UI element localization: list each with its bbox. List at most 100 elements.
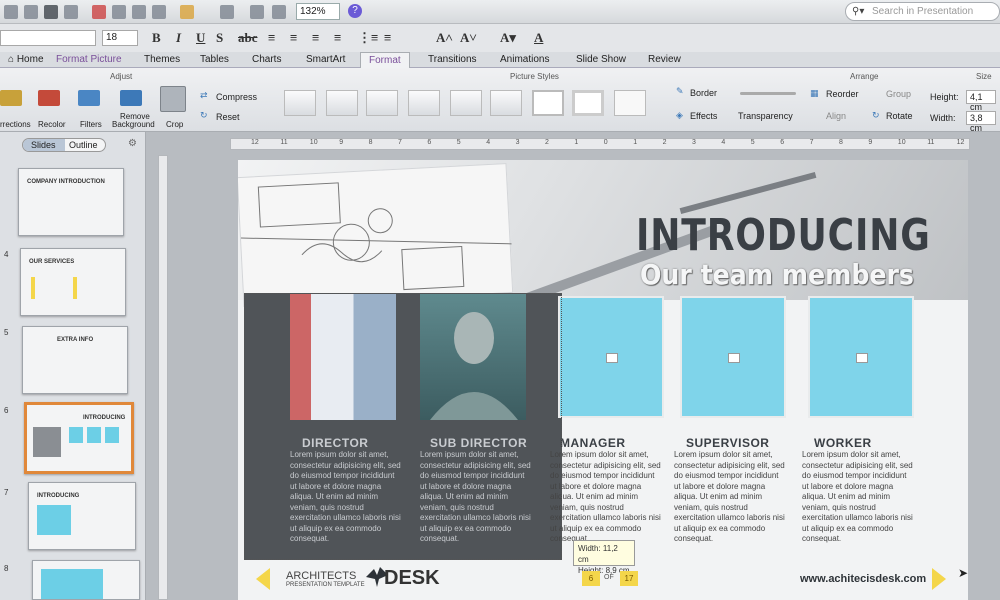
worker-photo-placeholder[interactable] [808,296,914,418]
copy-icon[interactable] [112,5,126,19]
align-button[interactable]: Align [826,111,846,121]
picture-style-3[interactable] [366,90,398,116]
slide-thumbnail-selected[interactable]: INTRODUCING [24,402,134,474]
picture-style-6[interactable] [490,90,522,116]
tab-home[interactable]: ⌂ Home [0,52,52,68]
transparency-slider[interactable] [740,92,796,95]
slide-thumbnail[interactable]: EXTRA INFO [22,326,128,394]
strikethrough-button[interactable]: abc [238,30,258,46]
supervisor-photo-placeholder[interactable] [680,296,786,418]
text-color-button[interactable]: A▾ [500,30,516,46]
picture-style-2[interactable] [326,90,358,116]
reorder-button[interactable]: Reorder [826,89,859,99]
align-right-button[interactable]: ≡ [312,30,319,46]
reorder-icon: ▦ [810,88,819,98]
tab-outline[interactable]: Outline [69,140,98,150]
undo-icon[interactable] [180,5,194,19]
picture-style-1[interactable] [284,90,316,116]
tab-themes[interactable]: Themes [136,52,188,68]
blueprint-sketch-image [238,163,514,307]
rotate-button[interactable]: Rotate [886,111,913,121]
view-segmented-control: Slides Outline [22,138,106,152]
slideshow-icon[interactable] [272,5,286,19]
corrections-label: rrections [0,120,31,129]
slide-thumbnail[interactable] [32,560,140,600]
ruler-tick-label: 9 [339,139,344,146]
picture-style-4[interactable] [408,90,440,116]
slide-thumbnail[interactable]: COMPANY INTRODUCTION [18,168,124,236]
help-icon[interactable]: ? [348,4,362,18]
italic-button[interactable]: I [176,30,181,46]
tab-charts[interactable]: Charts [244,52,289,68]
slide[interactable]: INTRODUCING Our team members DIRECTOR Lo… [238,160,968,600]
new-icon[interactable] [4,5,18,19]
ruler-tick-label: 3 [515,139,520,146]
font-family-select[interactable] [0,30,96,46]
slide-thumbnail[interactable]: OUR SERVICES [20,248,126,316]
ruler-tick-label: 0 [603,139,608,146]
zoom-select[interactable]: 132% [296,3,340,20]
picture-style-8[interactable] [572,90,604,116]
remove-background-icon[interactable] [120,90,142,106]
reset-button[interactable]: Reset [216,112,240,122]
tab-slides[interactable]: Slides [23,139,65,151]
tab-format[interactable]: Format [360,52,410,68]
align-center-button[interactable]: ≡ [290,30,297,46]
tab-smartart[interactable]: SmartArt [298,52,353,68]
picture-style-5[interactable] [450,90,482,116]
slide-thumbnail[interactable]: INTRODUCING [28,482,136,550]
search-input[interactable]: ⚲▾ Search in Presentation [845,2,1000,21]
underline-button[interactable]: U [196,30,205,46]
font-size-select[interactable]: 18 [102,30,138,46]
format-painter-icon[interactable] [152,5,166,19]
recolor-icon[interactable] [38,90,60,106]
font-color-button[interactable]: A [534,30,543,46]
next-arrow-icon[interactable] [932,568,946,590]
picture-style-7[interactable] [532,90,564,116]
ruler-tick-label: 8 [839,139,843,146]
template-icon[interactable] [24,5,38,19]
shrink-font-button[interactable]: A˅ [460,30,477,46]
member-description: Lorem ipsum dolor sit amet, consectetur … [802,450,913,543]
group-button[interactable]: Group [886,89,911,99]
bullets-button[interactable]: ⋮≡ [358,30,378,46]
tab-tables[interactable]: Tables [192,52,237,68]
tab-transitions[interactable]: Transitions [420,52,485,68]
settings-icon[interactable]: ⚙ [128,138,137,149]
corrections-icon[interactable] [0,90,22,106]
align-left-button[interactable]: ≡ [268,30,275,46]
slide-number: 6 [4,406,9,415]
print-icon[interactable] [64,5,78,19]
filters-icon[interactable] [78,90,100,106]
tab-review[interactable]: Review [640,52,689,68]
tab-format-picture[interactable]: Format Picture [48,52,130,68]
effects-button[interactable]: Effects [690,111,717,121]
ruler-tick-label: 2 [662,139,667,146]
picture-style-9[interactable] [614,90,646,116]
border-button[interactable]: Border [690,88,717,98]
manager-photo-placeholder[interactable] [558,296,664,418]
grow-font-button[interactable]: A˄ [436,30,453,46]
save-icon[interactable] [44,5,58,19]
insert-icon[interactable] [250,5,264,19]
bold-button[interactable]: B [152,30,161,46]
tab-slide-show[interactable]: Slide Show [568,52,634,68]
slide-thumb-title: INTRODUCING [83,415,126,421]
background-label: Background [112,120,155,129]
width-input[interactable]: 3,8 cm [966,111,996,133]
ruler-tick-label: 5 [750,139,755,146]
slide-thumb-title: COMPANY INTRODUCTION [27,179,105,185]
numbering-button[interactable]: ≡ [384,30,391,46]
crop-icon[interactable] [160,86,186,112]
redo-icon[interactable] [220,5,234,19]
shadow-button[interactable]: S [216,30,223,46]
prev-arrow-icon[interactable] [256,568,270,590]
cut-icon[interactable] [92,5,106,19]
vertical-ruler[interactable] [158,155,168,600]
tab-animations[interactable]: Animations [492,52,557,68]
compress-button[interactable]: Compress [216,92,257,102]
paste-icon[interactable] [132,5,146,19]
justify-button[interactable]: ≡ [334,30,341,46]
horizontal-ruler[interactable]: 12 11 10 9 8 7 6 5 4 3 2 1 0 1 2 3 4 5 6 7 8 9 10 11 12 [230,138,970,150]
height-input[interactable]: 4,1 cm [966,90,996,112]
